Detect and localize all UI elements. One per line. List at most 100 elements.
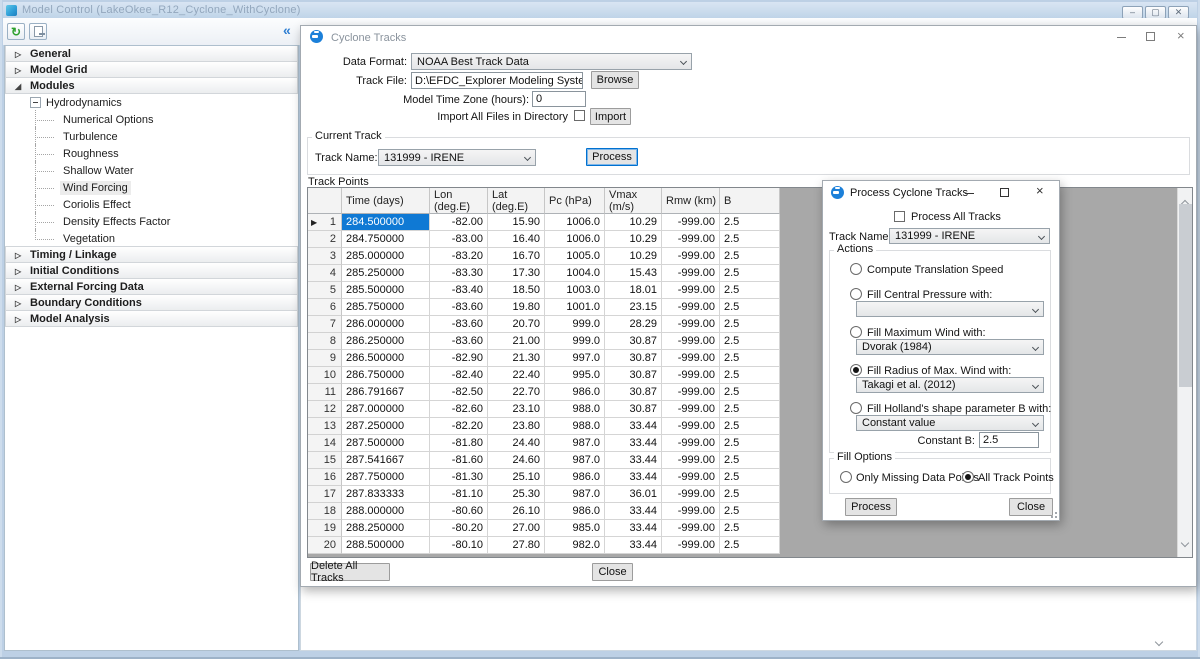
sidebar-item-density-effects-factor[interactable]: Density Effects Factor [5, 213, 298, 230]
table-cell[interactable]: 2.5 [720, 282, 780, 299]
table-cell[interactable]: -80.60 [430, 503, 488, 520]
resize-grip[interactable] [1049, 510, 1057, 518]
table-cell[interactable]: -82.50 [430, 384, 488, 401]
table-cell[interactable]: 33.44 [605, 435, 662, 452]
table-cell[interactable]: 33.44 [605, 537, 662, 554]
table-cell[interactable]: 2.5 [720, 503, 780, 520]
tree-collapsed-icon[interactable]: ▷ [15, 251, 21, 260]
tree-collapse-box-icon[interactable] [30, 97, 41, 108]
table-cell[interactable]: 2.5 [720, 350, 780, 367]
table-cell[interactable]: 2.5 [720, 248, 780, 265]
delete-all-tracks-button[interactable]: Delete All Tracks [310, 563, 390, 581]
constant-b-input[interactable]: 2.5 [979, 432, 1039, 448]
table-cell[interactable]: -999.00 [662, 214, 720, 231]
table-cell[interactable]: 28.29 [605, 316, 662, 333]
action-radio-fill-radius-of-max-wind-with[interactable] [850, 364, 862, 376]
table-cell[interactable]: 982.0 [545, 537, 605, 554]
table-cell[interactable]: 986.0 [545, 384, 605, 401]
fill-option-radio-only-missing-data-points[interactable] [840, 471, 852, 483]
table-cell[interactable]: 987.0 [545, 435, 605, 452]
table-cell[interactable]: -999.00 [662, 350, 720, 367]
action-radio-fill-holland-s-shape-parameter-b-with[interactable] [850, 402, 862, 414]
table-cell[interactable]: -999.00 [662, 367, 720, 384]
table-cell[interactable]: -83.20 [430, 248, 488, 265]
table-cell[interactable]: 286.000000 [342, 316, 430, 333]
tree-collapsed-icon[interactable]: ▷ [15, 50, 21, 59]
table-cell[interactable]: -999.00 [662, 299, 720, 316]
row-header[interactable]: ▶1 [308, 214, 342, 231]
table-cell[interactable]: 19.80 [488, 299, 545, 316]
scroll-down-icon[interactable] [1156, 632, 1168, 644]
column-header-b[interactable]: B [720, 188, 780, 214]
table-cell[interactable]: 986.0 [545, 503, 605, 520]
table-cell[interactable]: 2.5 [720, 401, 780, 418]
table-cell[interactable]: 25.10 [488, 469, 545, 486]
action-combo-fill-maximum-wind-with[interactable]: Dvorak (1984) [856, 339, 1044, 355]
import-button[interactable]: Import [590, 108, 631, 125]
table-cell[interactable]: -81.30 [430, 469, 488, 486]
row-header[interactable]: 19 [308, 520, 342, 537]
table-cell[interactable]: -81.80 [430, 435, 488, 452]
sidebar-item-vegetation[interactable]: Vegetation [5, 230, 298, 247]
table-cell[interactable]: 286.750000 [342, 367, 430, 384]
tree-collapsed-icon[interactable]: ▷ [15, 283, 21, 292]
column-header-lon[interactable]: Lon (deg.E) [430, 188, 488, 214]
row-header[interactable]: 18 [308, 503, 342, 520]
process-close-button[interactable]: Close [1009, 498, 1053, 516]
table-cell[interactable]: 10.29 [605, 214, 662, 231]
table-cell[interactable]: 288.250000 [342, 520, 430, 537]
dialog-maximize-icon[interactable] [1000, 188, 1009, 197]
table-cell[interactable]: 22.70 [488, 384, 545, 401]
table-cell[interactable]: 30.87 [605, 401, 662, 418]
table-cell[interactable]: 285.750000 [342, 299, 430, 316]
data-format-combo[interactable]: NOAA Best Track Data [411, 53, 692, 70]
sidebar-item-hydrodynamics[interactable]: Hydrodynamics [5, 94, 298, 111]
dialog-minimize-icon[interactable] [965, 193, 974, 194]
column-header-lat[interactable]: Lat (deg.E) [488, 188, 545, 214]
table-cell[interactable]: 20.70 [488, 316, 545, 333]
sidebar-item-general[interactable]: ▷General [5, 45, 298, 62]
table-cell[interactable]: 999.0 [545, 316, 605, 333]
close-tracks-button[interactable]: Close [592, 563, 633, 581]
sidebar-item-modules[interactable]: ◢Modules [5, 77, 298, 94]
table-cell[interactable]: 2.5 [720, 452, 780, 469]
table-cell[interactable]: 286.250000 [342, 333, 430, 350]
column-header-rmw-km[interactable]: Rmw (km) [662, 188, 720, 214]
dialog-maximize-icon[interactable] [1146, 32, 1155, 41]
table-cell[interactable]: 30.87 [605, 367, 662, 384]
vertical-scrollbar[interactable] [1177, 188, 1192, 557]
tree-collapsed-icon[interactable]: ▷ [15, 315, 21, 324]
table-cell[interactable]: -82.90 [430, 350, 488, 367]
table-cell[interactable]: -999.00 [662, 435, 720, 452]
process-run-button[interactable]: Process [845, 498, 897, 516]
scrollbar-thumb[interactable] [1179, 204, 1192, 387]
dialog-close-icon[interactable]: × [1177, 30, 1185, 42]
track-name-combo[interactable]: 131999 - IRENE [889, 228, 1050, 244]
row-header[interactable]: 14 [308, 435, 342, 452]
table-cell[interactable]: 23.10 [488, 401, 545, 418]
tree-collapsed-icon[interactable]: ▷ [15, 66, 21, 75]
sidebar-item-turbulence[interactable]: Turbulence [5, 128, 298, 145]
table-cell[interactable]: 287.541667 [342, 452, 430, 469]
tree-collapsed-icon[interactable]: ▷ [15, 299, 21, 308]
action-radio-fill-central-pressure-with[interactable] [850, 288, 862, 300]
refresh-button[interactable]: ↻ [7, 23, 25, 40]
table-cell[interactable]: 15.43 [605, 265, 662, 282]
tree-collapsed-icon[interactable]: ▷ [15, 267, 21, 276]
table-cell[interactable]: -82.40 [430, 367, 488, 384]
table-cell[interactable]: -999.00 [662, 231, 720, 248]
table-cell[interactable]: -999.00 [662, 384, 720, 401]
sidebar-item-wind-forcing[interactable]: Wind Forcing [5, 179, 298, 196]
table-cell[interactable]: 33.44 [605, 469, 662, 486]
table-cell[interactable]: -999.00 [662, 282, 720, 299]
tree-expanded-icon[interactable]: ◢ [15, 82, 21, 91]
table-cell[interactable]: -999.00 [662, 248, 720, 265]
table-cell[interactable]: 1005.0 [545, 248, 605, 265]
table-cell[interactable]: 27.00 [488, 520, 545, 537]
table-cell[interactable]: -999.00 [662, 418, 720, 435]
table-cell[interactable]: -999.00 [662, 401, 720, 418]
table-cell[interactable]: 36.01 [605, 486, 662, 503]
table-cell[interactable]: 16.40 [488, 231, 545, 248]
table-cell[interactable]: 1004.0 [545, 265, 605, 282]
table-cell[interactable]: 2.5 [720, 469, 780, 486]
